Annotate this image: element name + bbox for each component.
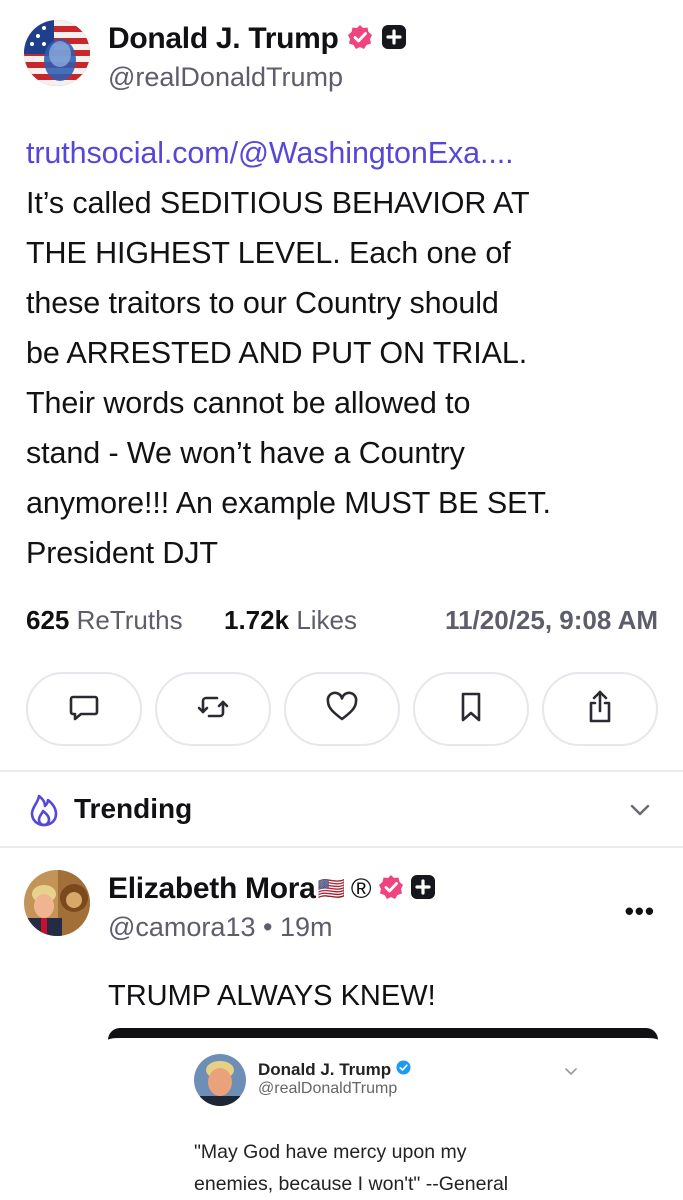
retruths-label: ReTruths	[76, 605, 183, 635]
meta-separator: •	[263, 912, 273, 942]
bookmark-icon	[456, 690, 486, 729]
retruth-icon	[195, 690, 231, 729]
reply-handle[interactable]: @camora13	[108, 912, 255, 942]
embed-quote: "May God have mercy upon my enemies, bec…	[194, 1136, 634, 1200]
post-line: President DJT	[26, 536, 218, 570]
like-button[interactable]	[284, 672, 400, 746]
reply-meta: @camora13 • 19m	[108, 912, 333, 943]
retruth-button[interactable]	[155, 672, 271, 746]
post-line: anymore!!! An example MUST BE SET.	[26, 486, 551, 520]
post-stats: 625 ReTruths 1.72k Likes 11/20/25, 9:08 …	[26, 605, 658, 641]
embed-display-name: Donald J. Trump	[258, 1060, 392, 1079]
post-line: stand - We won’t have a Country	[26, 436, 465, 470]
post-link[interactable]: truthsocial.com/@WashingtonExa....	[26, 128, 666, 178]
more-options-button[interactable]: •••	[625, 896, 655, 927]
plus-badge-icon	[381, 24, 407, 55]
embed-author-name: Donald J. Trump	[258, 1060, 411, 1080]
author-avatar[interactable]	[24, 20, 90, 86]
likes-count: 1.72k	[224, 605, 290, 635]
reply-name-row: Elizabeth Mora 🇺🇸 ®	[108, 872, 436, 906]
retruths-count: 625	[26, 605, 70, 635]
post-line: Their words cannot be allowed to	[26, 386, 471, 420]
reply-button[interactable]	[26, 672, 142, 746]
post-line: be ARRESTED AND PUT ON TRIAL.	[26, 336, 528, 370]
trending-header[interactable]: Trending	[0, 780, 683, 840]
author-name-row: Donald J. Trump	[108, 22, 407, 56]
post-timestamp: 11/20/25, 9:08 AM	[445, 605, 658, 635]
flame-icon	[28, 792, 60, 833]
registered-symbol: ®	[350, 873, 372, 904]
us-flag-emoji: 🇺🇸	[317, 876, 345, 901]
embed-handle: @realDonaldTrump	[258, 1080, 398, 1097]
action-bar	[26, 672, 658, 746]
share-button[interactable]	[542, 672, 658, 746]
comment-icon	[67, 690, 101, 729]
reply-display-name[interactable]: Elizabeth Mora	[108, 872, 316, 906]
post-line: It’s called SEDITIOUS BEHAVIOR AT	[26, 186, 530, 220]
section-divider	[0, 770, 683, 772]
reply-author-avatar[interactable]	[24, 870, 90, 936]
bookmark-button[interactable]	[413, 672, 529, 746]
author-display-name[interactable]: Donald J. Trump	[108, 22, 339, 56]
likes-stat[interactable]: 1.72k Likes	[224, 605, 357, 636]
embed-quote-line: enemies, because I won't" --General	[194, 1173, 509, 1195]
plus-badge-icon	[410, 874, 436, 905]
trending-label: Trending	[74, 793, 193, 824]
embedded-image[interactable]: Donald J. Trump @realDonaldTrump "May Go…	[108, 1028, 658, 1200]
share-icon	[584, 689, 616, 730]
heart-icon	[324, 690, 360, 729]
reply-text: TRUMP ALWAYS KNEW!	[108, 980, 436, 1012]
verified-badge-icon	[347, 24, 373, 55]
post-line: THE HIGHEST LEVEL. Each one of	[26, 236, 511, 270]
verified-badge-icon	[378, 874, 404, 905]
retruths-stat[interactable]: 625 ReTruths	[26, 605, 183, 636]
embed-chevron-down-icon	[564, 1064, 578, 1082]
reply-post: Elizabeth Mora 🇺🇸 ® @camora13 • 19m ••• …	[0, 848, 683, 1200]
embed-quote-line: "May God have mercy upon my	[194, 1141, 467, 1163]
post-body: truthsocial.com/@WashingtonExa.... It’s …	[26, 128, 666, 578]
chevron-down-icon[interactable]	[628, 802, 652, 823]
embed-verified-icon	[396, 1060, 411, 1080]
likes-label: Likes	[296, 605, 358, 635]
reply-time: 19m	[279, 912, 333, 942]
post-line: these traitors to our Country should	[26, 286, 499, 320]
embed-avatar	[194, 1054, 246, 1106]
author-handle[interactable]: @realDonaldTrump	[108, 62, 343, 93]
